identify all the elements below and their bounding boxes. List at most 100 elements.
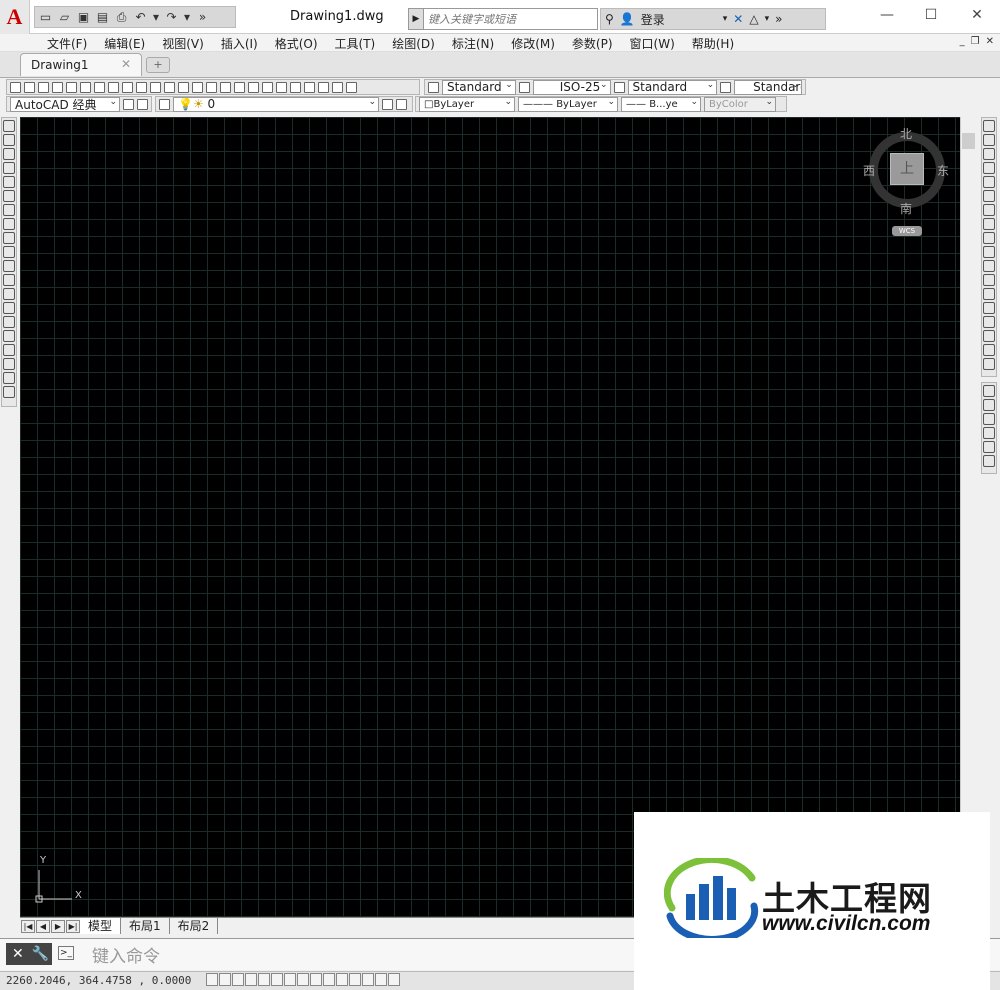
text-style-select[interactable]: Standard ⌄	[441, 79, 516, 95]
preview-icon[interactable]	[66, 81, 77, 93]
login-link[interactable]: 登录	[641, 11, 717, 28]
layer-properties-icon[interactable]	[159, 98, 170, 110]
pan-icon[interactable]	[206, 81, 217, 93]
line-icon[interactable]	[3, 120, 15, 132]
polygon-icon[interactable]	[3, 162, 15, 174]
arc-icon[interactable]	[3, 190, 15, 202]
polar-tracking-icon[interactable]	[258, 973, 270, 986]
ellipse-arc-icon[interactable]	[3, 260, 15, 272]
multileader-style-select[interactable]: Standard⌄	[734, 79, 802, 95]
grid-display-icon[interactable]	[232, 973, 244, 986]
send-under-icon[interactable]	[983, 427, 995, 439]
break-icon[interactable]	[983, 288, 995, 300]
point-icon[interactable]	[3, 302, 15, 314]
menu-edit[interactable]: 编辑(E)	[95, 35, 153, 52]
revcloud-icon[interactable]	[3, 218, 15, 230]
menu-parameters[interactable]: 参数(P)	[563, 35, 621, 52]
menu-file[interactable]: 文件(F)	[38, 35, 95, 52]
table-icon[interactable]	[3, 358, 15, 370]
join-icon[interactable]	[983, 302, 995, 314]
menu-tools[interactable]: 工具(T)	[326, 35, 384, 52]
block-editor-icon[interactable]	[164, 81, 175, 93]
xline-icon[interactable]	[3, 134, 15, 146]
undo-icon[interactable]: ↶	[133, 10, 148, 25]
viewcube-top-face[interactable]: 上	[890, 153, 924, 185]
ducs-icon[interactable]	[310, 973, 322, 986]
markup-icon[interactable]	[318, 81, 329, 93]
otrack-icon[interactable]	[297, 973, 309, 986]
stretch-icon[interactable]	[983, 232, 995, 244]
dyn-input-icon[interactable]	[323, 973, 335, 986]
design-center-icon[interactable]	[276, 81, 287, 93]
undo-dropdown-icon[interactable]: ▾	[152, 10, 160, 25]
binoculars-icon[interactable]: ⚲	[605, 12, 614, 26]
offset-icon[interactable]	[983, 162, 995, 174]
add-selected-icon[interactable]	[3, 386, 15, 398]
new-tab-button[interactable]: +	[146, 57, 170, 73]
overflow-right-icon[interactable]: »	[775, 12, 782, 26]
multileader-style-icon[interactable]	[720, 81, 732, 93]
trim-icon[interactable]	[983, 246, 995, 258]
menu-modify[interactable]: 修改(M)	[502, 35, 563, 52]
close-button[interactable]: ✕	[962, 6, 992, 26]
selection-cycling-icon[interactable]	[375, 973, 387, 986]
doc-restore-icon[interactable]: ❐	[971, 36, 980, 47]
scale-icon[interactable]	[983, 218, 995, 230]
rectangle-icon[interactable]	[3, 176, 15, 188]
extend-icon[interactable]	[983, 260, 995, 272]
compass-east[interactable]: 东	[937, 162, 949, 179]
annotation-monitor-icon[interactable]	[388, 973, 400, 986]
region-icon[interactable]	[3, 344, 15, 356]
ellipse-icon[interactable]	[3, 246, 15, 258]
save-as-icon[interactable]: ▤	[95, 10, 110, 25]
undo-tb-icon[interactable]	[178, 81, 189, 93]
new-icon[interactable]: ▭	[38, 10, 53, 25]
match-prop-icon[interactable]	[150, 81, 161, 93]
calculator-icon[interactable]	[332, 81, 343, 93]
zoom-previous-icon[interactable]	[248, 81, 259, 93]
send-back-icon[interactable]	[983, 399, 995, 411]
text-front-icon[interactable]	[983, 441, 995, 453]
command-input[interactable]: >_ 键入命令	[56, 943, 636, 967]
rotate-icon[interactable]	[983, 204, 995, 216]
open-file-icon[interactable]	[24, 81, 35, 93]
doc-minimize-icon[interactable]: _	[960, 36, 965, 47]
array-icon[interactable]	[983, 176, 995, 188]
gradient-icon[interactable]	[3, 330, 15, 342]
workspace-save-icon[interactable]	[137, 98, 148, 110]
layer-previous-icon[interactable]	[396, 98, 407, 110]
mirror-icon[interactable]	[983, 148, 995, 160]
menu-dimension[interactable]: 标注(N)	[443, 35, 502, 52]
app-menu-button[interactable]: A	[0, 0, 30, 34]
menu-insert[interactable]: 插入(I)	[212, 35, 266, 52]
copy-obj-icon[interactable]	[983, 134, 995, 146]
zoom-realtime-icon[interactable]	[220, 81, 231, 93]
blend-icon[interactable]	[983, 344, 995, 356]
last-tab-icon[interactable]: ▶|	[66, 919, 80, 933]
move-icon[interactable]	[983, 190, 995, 202]
tab-drawing1[interactable]: Drawing1 ✕	[20, 53, 142, 76]
transparency-icon[interactable]	[349, 973, 361, 986]
explode-icon[interactable]	[983, 358, 995, 370]
text-style-icon[interactable]	[428, 81, 439, 93]
spline-icon[interactable]	[3, 232, 15, 244]
vertical-scrollbar[interactable]	[960, 117, 977, 917]
login-dropdown-icon[interactable]: ▾	[723, 14, 728, 24]
compass-west[interactable]: 西	[863, 162, 875, 179]
make-block-icon[interactable]	[3, 288, 15, 300]
dim-style-select[interactable]: ISO-25 ⌄	[532, 79, 611, 95]
maximize-button[interactable]: ☐	[916, 6, 946, 26]
tab-layout1[interactable]: 布局1	[121, 918, 170, 934]
menu-view[interactable]: 视图(V)	[153, 35, 212, 52]
quick-props-icon[interactable]	[362, 973, 374, 986]
mtext-icon[interactable]	[3, 372, 15, 384]
zoom-window-icon[interactable]	[234, 81, 245, 93]
help-dropdown-icon[interactable]: ▾	[765, 14, 770, 24]
lineweight-select[interactable]: —— B...ye ⌄	[621, 96, 701, 112]
exchange-icon[interactable]: ✕	[733, 12, 743, 26]
properties-icon[interactable]	[262, 81, 273, 93]
menu-format[interactable]: 格式(O)	[266, 35, 326, 52]
search-expand-icon[interactable]: ▶	[409, 9, 424, 29]
circle-icon[interactable]	[3, 204, 15, 216]
3d-print-icon[interactable]	[94, 81, 105, 93]
